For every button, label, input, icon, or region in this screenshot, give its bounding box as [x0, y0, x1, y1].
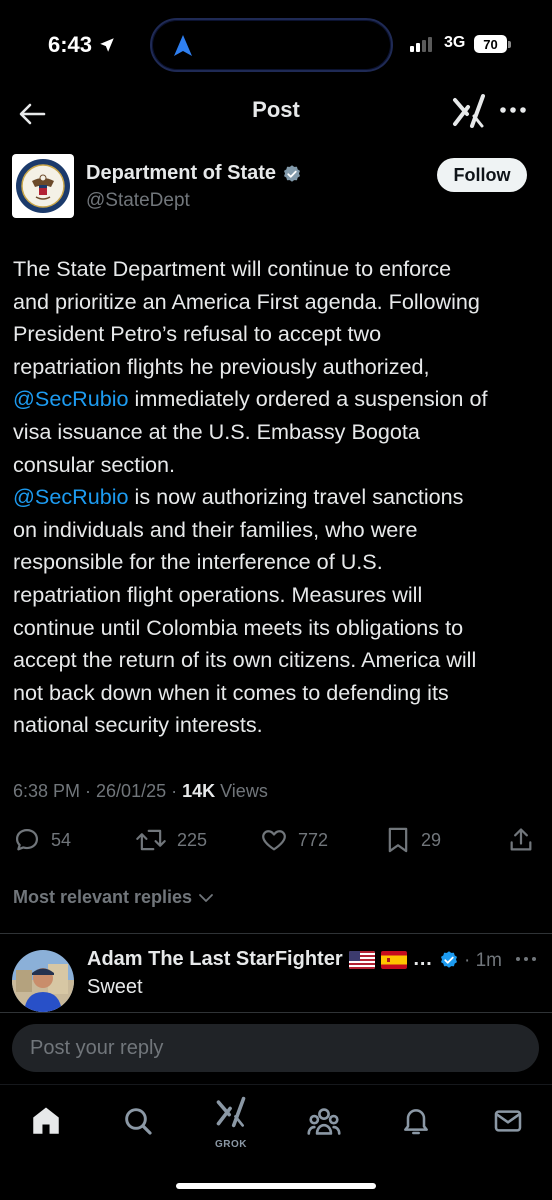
home-indicator	[176, 1183, 376, 1189]
reply-author-name[interactable]: Adam The Last StarFighter	[87, 948, 343, 971]
search-icon	[125, 1108, 152, 1135]
status-bar: 6:43 3G 70	[0, 0, 552, 90]
avatar[interactable]	[12, 154, 74, 218]
post-timestamp[interactable]: 6:38 PM · 26/01/25 ·	[13, 781, 182, 801]
reply-icon	[15, 828, 39, 851]
status-time: 6:43	[48, 32, 93, 57]
more-dots-icon	[516, 957, 536, 961]
post-text-line: consular section.	[13, 451, 176, 477]
reply-name-ellipsis: …	[412, 948, 433, 970]
battery-level: 70	[483, 36, 498, 52]
author-handle[interactable]: @StateDept	[86, 190, 190, 212]
reply-author-row[interactable]: Adam The Last StarFighter …	[87, 948, 459, 971]
grok-button[interactable]	[450, 92, 488, 130]
verified-badge-icon	[440, 950, 457, 968]
share-action[interactable]	[507, 826, 535, 854]
post-text-line: visa issuance at the U.S. Embassy Bogota	[13, 418, 420, 444]
post-text-line: on individuals and their families, who w…	[13, 516, 418, 542]
dynamic-island	[150, 18, 393, 72]
reply-timestamp[interactable]: · 1m	[464, 950, 502, 972]
reply-item[interactable]: Adam The Last StarFighter … · 1m Sweet	[12, 946, 540, 1012]
communities-icon	[307, 1108, 341, 1135]
repost-icon	[136, 829, 166, 851]
post-text-line: not back down when it comes to defending…	[13, 679, 449, 705]
post-text-line: accept the return of its own citizens. A…	[13, 647, 477, 673]
post-text-line: repatriation flights he previously autho…	[13, 353, 430, 379]
share-icon	[510, 828, 532, 851]
reply-avatar-photo	[12, 950, 74, 1012]
tab-communities[interactable]	[304, 1101, 344, 1141]
tab-grok[interactable]: GROK	[211, 1093, 251, 1150]
chevron-down-icon	[199, 893, 213, 902]
mention-link[interactable]: @SecRubio	[13, 386, 129, 411]
tab-search[interactable]	[118, 1101, 158, 1141]
cellular-signal-icon	[410, 37, 432, 52]
like-count: 772	[298, 829, 329, 850]
reply-more-button[interactable]	[512, 948, 540, 970]
reply-sort-label: Most relevant replies	[13, 887, 193, 907]
post-text-line: national security interests.	[13, 712, 263, 738]
repost-count: 225	[177, 829, 208, 850]
home-icon	[33, 1107, 59, 1134]
divider	[0, 933, 552, 934]
us-flag-icon	[348, 950, 375, 969]
network-type: 3G	[444, 34, 466, 51]
repost-action[interactable]: 225	[135, 826, 207, 854]
navigation-arrow-icon	[174, 35, 192, 56]
post-text-line: @SecRubio is now authorizing travel sanc…	[13, 481, 541, 514]
tab-notifications[interactable]	[396, 1101, 436, 1141]
spain-flag-icon	[380, 950, 407, 969]
views-count[interactable]: 14K	[182, 781, 215, 801]
grok-icon	[453, 94, 485, 128]
mention-link[interactable]: @SecRubio	[13, 484, 129, 509]
bookmark-count: 29	[421, 829, 442, 850]
more-dots-icon	[500, 107, 526, 113]
bell-icon	[404, 1109, 428, 1135]
post-meta: 6:38 PM · 26/01/25 · 14K Views	[13, 781, 268, 802]
battery-tip	[508, 41, 511, 48]
post-text-line: and prioritize an America First agenda. …	[13, 288, 480, 314]
mail-icon	[494, 1110, 522, 1132]
reply-avatar[interactable]	[12, 950, 74, 1012]
bookmark-action[interactable]: 29	[385, 826, 441, 854]
post-text-line: responsible for the interference of U.S.	[13, 549, 383, 575]
reply-action[interactable]: 54	[13, 826, 71, 854]
views-label: Views	[215, 781, 268, 801]
verified-badge-icon	[284, 164, 301, 182]
post-text-line: President Petro’s refusal to accept two	[13, 321, 382, 347]
like-action[interactable]: 772	[260, 826, 328, 854]
tab-messages[interactable]	[488, 1101, 528, 1141]
grok-icon	[216, 1096, 246, 1128]
reply-text: Sweet	[87, 976, 143, 998]
divider	[0, 1012, 552, 1013]
post-text: The State Department will continue to en…	[13, 253, 541, 742]
post-text-segment: is now authorizing travel sanctions	[128, 484, 464, 510]
follow-button[interactable]: Follow	[437, 158, 527, 192]
reply-count: 54	[51, 829, 72, 850]
tab-home[interactable]	[26, 1101, 66, 1141]
reply-input[interactable]	[12, 1024, 539, 1072]
battery-icon: 70	[474, 35, 507, 53]
post-text-line: repatriation flight operations. Measures…	[13, 581, 423, 607]
heart-icon	[262, 830, 286, 851]
post-author: Department of State @StateDept Follow	[12, 154, 540, 224]
post-text-line: @SecRubio immediately ordered a suspensi…	[13, 383, 541, 416]
post-text-line: continue until Colombia meets its obliga…	[13, 614, 464, 640]
post-actions: 54 225 772 29	[13, 826, 539, 858]
post-text-segment: immediately ordered a suspension of	[128, 386, 488, 412]
post-header: Post	[0, 90, 552, 140]
post-text-line: The State Department will continue to en…	[13, 256, 452, 281]
status-time-group: 6:43	[48, 32, 116, 58]
grok-tab-label: GROK	[215, 1139, 247, 1150]
state-department-seal-icon	[16, 159, 70, 213]
more-options-button[interactable]	[496, 96, 530, 124]
location-arrow-icon	[100, 38, 114, 52]
author-name-row[interactable]: Department of State	[86, 162, 302, 185]
author-name[interactable]: Department of State	[86, 162, 276, 185]
bookmark-icon	[388, 827, 408, 853]
reply-sort-dropdown[interactable]: Most relevant replies	[13, 887, 214, 908]
